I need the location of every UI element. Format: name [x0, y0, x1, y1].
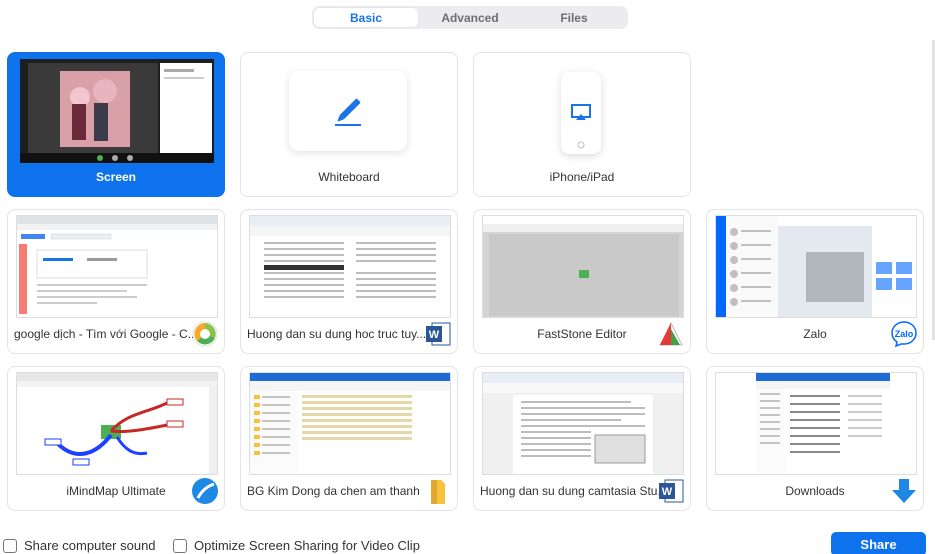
- word-icon: W: [656, 476, 686, 506]
- share-sound-label: Share computer sound: [24, 538, 156, 553]
- svg-text:W: W: [429, 329, 440, 341]
- svg-text:Zalo: Zalo: [895, 329, 914, 339]
- source-label: Screen: [95, 170, 137, 184]
- tab-basic[interactable]: Basic: [314, 8, 418, 27]
- source-imindmap-window[interactable]: iMindMap Ultimate: [7, 366, 225, 511]
- window-preview: [16, 372, 218, 475]
- source-zalo-window[interactable]: Zalo Zalo: [706, 209, 924, 354]
- window-preview: [482, 215, 684, 318]
- source-label: iPhone/iPad: [549, 170, 615, 184]
- phone-preview: [561, 72, 601, 154]
- share-tabs: Basic Advanced Files: [312, 6, 628, 29]
- source-whiteboard[interactable]: Whiteboard: [240, 52, 458, 197]
- window-preview: [249, 215, 451, 318]
- window-preview: [249, 372, 451, 475]
- pen-icon: [335, 98, 361, 126]
- window-preview: [16, 215, 218, 318]
- source-screen[interactable]: Screen: [7, 52, 225, 197]
- share-sound-checkbox[interactable]: [3, 538, 17, 553]
- source-chrome-window[interactable]: google dịch - Tìm với Google - C...: [7, 209, 225, 354]
- tab-advanced[interactable]: Advanced: [418, 8, 522, 27]
- source-label: Whiteboard: [318, 170, 380, 184]
- window-preview: [715, 215, 917, 318]
- screen-preview: [20, 59, 214, 163]
- download-arrow-icon: [889, 476, 919, 506]
- whiteboard-preview: [289, 71, 407, 151]
- window-preview: [482, 372, 684, 475]
- source-word-window-2[interactable]: Huong dan su dung camtasia Stu... W: [473, 366, 691, 511]
- word-icon: W: [423, 319, 453, 349]
- source-downloads-window[interactable]: Downloads: [706, 366, 924, 511]
- window-preview: [715, 372, 917, 475]
- optimize-video-label: Optimize Screen Sharing for Video Clip: [194, 538, 420, 553]
- faststone-icon: [656, 319, 686, 349]
- chrome-icon: [190, 319, 220, 349]
- share-sound-option[interactable]: Share computer sound: [3, 538, 156, 553]
- zalo-icon: Zalo: [889, 319, 919, 349]
- share-screen-dialog: Basic Advanced Files Screen Whiteboard i…: [0, 0, 935, 554]
- airplay-icon: [571, 104, 591, 149]
- folder-icon: [423, 476, 453, 506]
- optimize-video-option[interactable]: Optimize Screen Sharing for Video Clip: [173, 538, 420, 553]
- tab-files[interactable]: Files: [522, 8, 626, 27]
- source-explorer-window-1[interactable]: BG Kim Dong da chen am thanh: [240, 366, 458, 511]
- optimize-video-checkbox[interactable]: [173, 538, 187, 553]
- source-word-window-1[interactable]: Huong dan su dung hoc truc tuy... W: [240, 209, 458, 354]
- imindmap-icon: [190, 476, 220, 506]
- source-faststone-window[interactable]: FastStone Editor: [473, 209, 691, 354]
- share-button[interactable]: Share: [831, 532, 926, 554]
- svg-text:W: W: [662, 486, 673, 498]
- source-iphone-ipad[interactable]: iPhone/iPad: [473, 52, 691, 197]
